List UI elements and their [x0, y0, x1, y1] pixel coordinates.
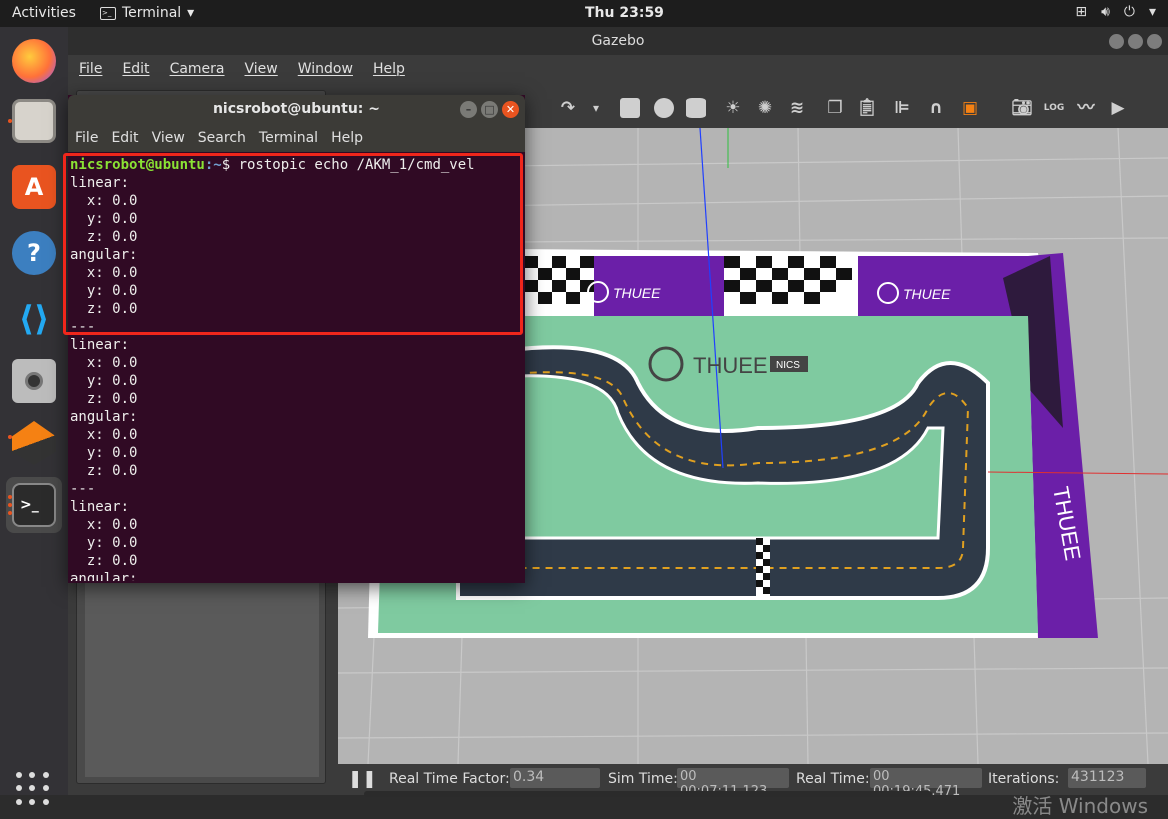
- real-time-factor-value: 0.34: [510, 768, 600, 788]
- show-applications-button[interactable]: [16, 772, 50, 806]
- menu-search[interactable]: Search: [198, 130, 246, 146]
- chevron-down-icon[interactable]: ▾: [586, 98, 606, 118]
- sim-time-label: Sim Time:: [608, 771, 678, 787]
- terminal-title: nicsrobot@ubuntu: ~: [212, 101, 381, 117]
- menu-camera[interactable]: Camera: [170, 61, 225, 77]
- svg-text:NICS: NICS: [776, 360, 800, 371]
- menu-view[interactable]: View: [152, 130, 185, 146]
- maximize-button[interactable]: [1128, 34, 1143, 49]
- window-controls: [1109, 34, 1162, 49]
- gazebo-titlebar[interactable]: Gazebo: [68, 27, 1168, 55]
- iterations-label: Iterations:: [988, 771, 1060, 787]
- screenshot-icon[interactable]: 📷︎: [1011, 98, 1033, 118]
- point-light-icon[interactable]: ✺: [755, 98, 775, 118]
- real-time-value: 00 00:19:45.471: [870, 768, 982, 799]
- software-launcher[interactable]: A: [6, 159, 62, 215]
- change-view-icon[interactable]: ▣: [960, 98, 980, 118]
- sphere-shape-icon[interactable]: [654, 98, 674, 118]
- menu-window[interactable]: Window: [298, 61, 353, 77]
- spot-light-icon[interactable]: ≋: [787, 98, 807, 118]
- svg-text:THUEE: THUEE: [693, 353, 768, 378]
- top-bar: Activities >_ Terminal ▾ Thu 23:59 ⊞ 🔊︎ …: [0, 0, 1168, 27]
- checkered-flag-center: [724, 256, 858, 318]
- gazebo-launcher[interactable]: [6, 415, 62, 471]
- maximize-button[interactable]: □: [481, 101, 498, 118]
- record-video-icon[interactable]: ▶: [1108, 98, 1128, 118]
- checkered-flag-left: [524, 256, 594, 316]
- redo-icon[interactable]: ↷: [558, 98, 578, 118]
- camera-launcher[interactable]: [6, 353, 62, 409]
- box-shape-icon[interactable]: [620, 98, 640, 118]
- copy-icon[interactable]: ❐: [825, 98, 845, 118]
- log-icon[interactable]: LOG: [1044, 98, 1064, 118]
- gazebo-icon: [12, 421, 56, 465]
- activities-button[interactable]: Activities: [12, 5, 76, 21]
- dock: A ? ⟨⟩ >_: [0, 27, 68, 805]
- menu-help[interactable]: Help: [373, 61, 405, 77]
- menu-file[interactable]: File: [79, 61, 102, 77]
- pause-icon[interactable]: ❚❚: [348, 769, 377, 789]
- real-time-label: Real Time:: [796, 771, 870, 787]
- window-controls: – □ ✕: [460, 101, 519, 118]
- chevron-down-icon: ▾: [187, 5, 195, 21]
- minimize-button[interactable]: [1109, 34, 1124, 49]
- files-launcher[interactable]: [6, 93, 62, 149]
- sun-light-icon[interactable]: ☀: [723, 98, 743, 118]
- menu-help[interactable]: Help: [331, 130, 363, 146]
- power-icon[interactable]: ⏻: [1124, 4, 1135, 20]
- clock[interactable]: Thu 23:59: [585, 5, 664, 21]
- plot-icon[interactable]: 〰: [1076, 98, 1096, 118]
- menu-view[interactable]: View: [245, 61, 278, 77]
- running-indicator: [8, 503, 12, 507]
- menu-edit[interactable]: Edit: [122, 61, 149, 77]
- network-icon[interactable]: ⊞: [1075, 4, 1087, 20]
- window-title: Gazebo: [591, 33, 645, 49]
- vscode-icon: ⟨⟩: [18, 299, 50, 339]
- running-indicator: [8, 511, 12, 515]
- properties-panel: [85, 573, 319, 777]
- snap-icon[interactable]: ∩: [926, 98, 946, 118]
- chevron-down-icon[interactable]: ▾: [1149, 4, 1156, 20]
- svg-text:THUEE: THUEE: [903, 286, 951, 302]
- minimize-button[interactable]: –: [460, 101, 477, 118]
- highlight-box: [63, 153, 523, 335]
- help-icon: ?: [12, 231, 56, 275]
- running-indicator: [8, 435, 12, 439]
- firefox-icon: [12, 39, 56, 83]
- menu-terminal[interactable]: Terminal: [259, 130, 318, 146]
- vscode-launcher[interactable]: ⟨⟩: [6, 291, 62, 347]
- iterations-value: 431123: [1068, 768, 1146, 788]
- terminal-icon: >_: [100, 6, 116, 20]
- running-indicator: [8, 119, 12, 123]
- volume-icon[interactable]: 🔊︎: [1101, 4, 1110, 20]
- terminal-icon: >_: [12, 483, 56, 527]
- running-indicator: [8, 495, 12, 499]
- paste-icon[interactable]: 📋︎: [856, 98, 878, 118]
- firefox-launcher[interactable]: [6, 33, 62, 89]
- menu-file[interactable]: File: [75, 130, 98, 146]
- file-cabinet-icon: [12, 99, 56, 143]
- svg-text:THUEE: THUEE: [613, 285, 661, 301]
- system-tray[interactable]: ⊞ 🔊︎ ⏻ ▾: [1075, 4, 1156, 20]
- terminal-titlebar[interactable]: nicsrobot@ubuntu: ~ – □ ✕: [68, 95, 525, 124]
- horizontal-scrollbar[interactable]: [364, 791, 932, 797]
- real-time-factor-label: Real Time Factor:: [389, 771, 510, 787]
- sim-time-value: 00 00:07:11.123: [677, 768, 789, 799]
- align-icon[interactable]: ⊫: [892, 98, 912, 118]
- camera-icon: [12, 359, 56, 403]
- software-center-icon: A: [12, 165, 56, 209]
- cylinder-shape-icon[interactable]: [686, 98, 706, 118]
- app-menu-label: Terminal: [122, 5, 182, 21]
- gazebo-menubar: File Edit Camera View Window Help: [68, 55, 1168, 83]
- close-button[interactable]: [1147, 34, 1162, 49]
- help-launcher[interactable]: ?: [6, 225, 62, 281]
- menu-edit[interactable]: Edit: [111, 130, 138, 146]
- close-button[interactable]: ✕: [502, 101, 519, 118]
- app-menu[interactable]: >_ Terminal ▾: [100, 5, 194, 21]
- status-bar: ❚❚ Real Time Factor: 0.34 Sim Time: 00 0…: [338, 764, 1168, 818]
- terminal-launcher[interactable]: >_: [6, 477, 62, 533]
- activation-watermark: 激活 Windows: [1012, 794, 1148, 818]
- terminal-menubar: File Edit View Search Terminal Help: [68, 124, 525, 152]
- start-line: [756, 538, 770, 598]
